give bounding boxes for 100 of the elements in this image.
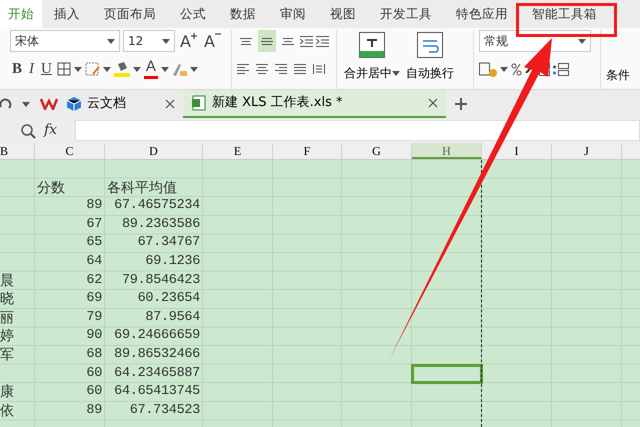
table-cell-text: 依	[0, 402, 15, 420]
table-cell-text: 67	[85, 216, 103, 234]
table-cell-text: 65	[85, 234, 103, 252]
table-cell-text: 丽	[0, 308, 15, 328]
table-cell-text: 68	[85, 346, 103, 364]
wrap-text-icon	[417, 32, 443, 58]
table-cell-text: 69.1236	[144, 252, 201, 271]
align-icon	[240, 38, 252, 44]
table-cell-text: 60.23654	[136, 290, 201, 308]
merge-center-button[interactable]: 合并居中	[342, 30, 402, 89]
table-cell-text: 69	[85, 290, 103, 308]
grow-font-button[interactable]: A	[178, 30, 199, 52]
menu-tab[interactable]: 审阅	[268, 0, 318, 28]
align-icon	[261, 38, 273, 44]
decrease-decimal-icon	[553, 62, 569, 76]
table-cell-text: 64	[85, 252, 103, 271]
grid-pencil-icon	[84, 62, 100, 76]
table-cell-text: 康	[0, 383, 15, 402]
menu-tab[interactable]: 数据	[218, 0, 268, 28]
font-name-dropdown[interactable]: 宋体	[10, 30, 120, 52]
merge-cells-icon	[359, 32, 385, 58]
caret-icon	[160, 66, 169, 72]
table-cell-text: 89	[85, 197, 103, 216]
justify-icon	[294, 64, 306, 74]
formula-input-field[interactable]	[75, 120, 640, 141]
caret-icon	[190, 66, 198, 72]
menu-tab[interactable]: 智能工具箱	[520, 0, 609, 28]
plus-icon	[190, 33, 197, 39]
table-cell-text: 64.23465887	[113, 364, 201, 383]
wrap-text-button[interactable]: 自动换行	[404, 30, 456, 89]
menu-tab[interactable]: 插入	[42, 0, 92, 28]
font-size-dropdown[interactable]: 12	[123, 30, 175, 52]
menu-tab[interactable]: 视图	[318, 0, 368, 28]
table-cell-text: 60	[85, 364, 103, 383]
align-middle-button[interactable]	[258, 30, 276, 52]
table-cell-text: 64.65413745	[113, 383, 201, 402]
caret-icon	[500, 66, 508, 72]
distribute-icon	[313, 64, 325, 74]
caret-icon	[392, 71, 400, 76]
column-header[interactable]: E	[203, 143, 273, 159]
conditional-format-button[interactable]: 条件	[606, 30, 630, 84]
italic-button[interactable]: I	[27, 58, 36, 80]
align-icon	[282, 38, 294, 44]
caret-icon	[102, 66, 111, 72]
minus-icon	[214, 33, 221, 35]
table-cell-text: 89.86532466	[113, 346, 201, 364]
table-cell-text: 89	[85, 402, 103, 420]
table-cell-text: 79.8546423	[120, 272, 201, 290]
table-cell-text: 军	[0, 346, 15, 365]
indent-decrease-icon	[300, 36, 313, 46]
table-cell-text: 60	[85, 383, 103, 402]
caret-icon	[578, 38, 586, 44]
dropdown-icon	[22, 102, 30, 106]
caret-icon	[162, 38, 170, 44]
table-cell-text: 62	[85, 272, 103, 290]
plus-icon	[454, 97, 468, 111]
border-icon	[56, 62, 71, 76]
function-label: fx	[44, 121, 58, 140]
menu-tab[interactable]: 开始	[0, 0, 42, 28]
table-cell-text: 婷	[0, 327, 15, 346]
column-header[interactable]: J	[552, 143, 622, 159]
table-cell-text: 90	[85, 327, 103, 346]
currency-icon	[479, 62, 497, 76]
caret-icon	[132, 66, 141, 72]
table-cell-text: 67.46575234	[113, 197, 201, 216]
align-left-icon	[237, 64, 249, 74]
table-cell-text: 晨	[0, 272, 15, 290]
cube-icon	[66, 96, 82, 112]
table-cell-text: 分数	[36, 178, 66, 198]
column-header[interactable]: B	[0, 143, 35, 159]
document-tab[interactable]: 云文档	[58, 90, 183, 118]
column-header[interactable]: F	[273, 143, 342, 159]
align-center-icon	[256, 64, 268, 74]
align-right-icon	[275, 64, 287, 74]
table-cell-text: 79	[85, 308, 103, 327]
w-logo-icon	[40, 98, 58, 110]
selected-cell[interactable]	[412, 364, 482, 384]
table-cell-text: 67.34767	[136, 234, 201, 252]
menu-tab[interactable]: 页面布局	[92, 0, 168, 28]
menu-tab[interactable]: 公式	[168, 0, 218, 28]
redo-icon	[0, 98, 12, 110]
column-header[interactable]: H	[412, 143, 482, 159]
spreadsheet-icon	[191, 95, 207, 111]
zoom-icon	[20, 122, 36, 138]
underline-button[interactable]: U	[39, 58, 54, 80]
table-cell-text: 69.24666659	[113, 327, 201, 346]
document-tab[interactable]: 新建 XLS 工作表.xls *	[183, 90, 446, 118]
bold-button[interactable]: B	[10, 58, 24, 80]
column-header[interactable]: D	[105, 143, 203, 159]
caret-icon	[107, 38, 115, 44]
table-cell-text: 晓	[0, 290, 15, 309]
menu-tab[interactable]: 特色应用	[444, 0, 520, 28]
table-cell-text: 67.734523	[128, 402, 201, 420]
column-header[interactable]: C	[35, 143, 105, 159]
close-icon	[428, 98, 438, 108]
table-cell-text: 各科平均值	[106, 178, 178, 198]
menu-tab[interactable]: 开发工具	[368, 0, 444, 28]
shrink-font-button[interactable]: A	[202, 30, 223, 52]
font-color-button[interactable]: A	[144, 59, 158, 79]
eraser-icon	[172, 62, 187, 76]
